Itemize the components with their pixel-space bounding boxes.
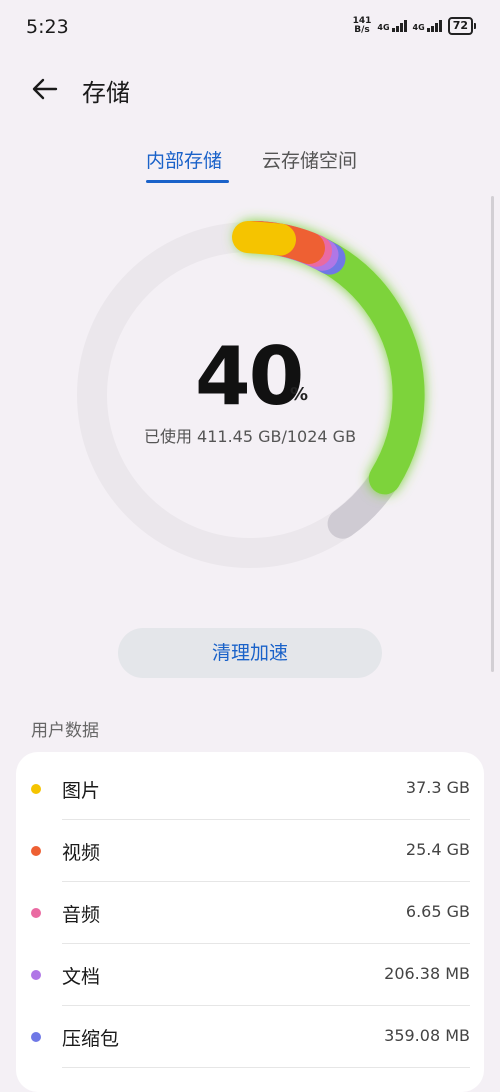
battery-level: 72: [447, 17, 473, 35]
active-tab-indicator: [146, 180, 229, 183]
storage-percent-unit: %: [290, 384, 309, 405]
list-item-size: 6.65 GB: [405, 902, 470, 921]
list-item-archives[interactable]: 压缩包 359.08 MB: [16, 1006, 484, 1068]
sim2-signal-icon: 4G: [413, 20, 442, 32]
list-item-name: 文档: [62, 966, 101, 988]
list-item-documents[interactable]: 文档 206.38 MB: [16, 944, 484, 1006]
list-item-audio[interactable]: 音频 6.65 GB: [16, 882, 484, 944]
list-item-name: 图片: [62, 780, 101, 802]
archives-color-dot: [31, 1032, 41, 1042]
user-data-title: 用户数据: [31, 721, 99, 741]
list-item-size: 206.38 MB: [384, 964, 470, 983]
app-header: 存储: [0, 62, 500, 118]
list-item-name: 压缩包: [62, 1028, 120, 1050]
list-item-size: 359.08 MB: [384, 1026, 470, 1045]
list-item-videos[interactable]: 视频 25.4 GB: [16, 820, 484, 882]
images-color-dot: [31, 784, 41, 794]
storage-used-text: 已使用 411.45 GB/1024 GB: [143, 427, 357, 446]
tab-cloud-storage[interactable]: 云存储空间: [262, 146, 357, 173]
status-bar: 5:23 141 B/s 4G 4G 72: [0, 0, 500, 58]
storage-tabs: 内部存储 云存储空间: [0, 146, 500, 186]
documents-color-dot: [31, 970, 41, 980]
user-data-card: 图片 37.3 GB 视频 25.4 GB 音频 6.65 GB 文档 206.…: [16, 752, 484, 1092]
storage-percent: 40: [195, 330, 304, 423]
list-item-name: 音频: [62, 904, 101, 926]
status-icons: 141 B/s 4G 4G 72: [353, 17, 476, 35]
network-speed: 141 B/s: [352, 16, 372, 35]
sim1-signal-icon: 4G: [377, 20, 407, 32]
battery-icon: 72: [447, 17, 476, 35]
list-item-name: 视频: [62, 842, 101, 864]
audio-color-dot: [31, 908, 41, 918]
status-time: 5:23: [26, 16, 69, 38]
list-item-size: 37.3 GB: [405, 778, 470, 797]
arrow-left-icon[interactable]: [30, 74, 60, 104]
clean-speedup-button[interactable]: 清理加速: [118, 628, 382, 678]
videos-color-dot: [31, 846, 41, 856]
list-item-size: 25.4 GB: [405, 840, 470, 859]
list-item-images[interactable]: 图片 37.3 GB: [16, 758, 484, 820]
page-title: 存储: [82, 79, 130, 107]
ring-images-segment: [232, 221, 296, 256]
tab-internal-storage[interactable]: 内部存储: [146, 146, 222, 173]
